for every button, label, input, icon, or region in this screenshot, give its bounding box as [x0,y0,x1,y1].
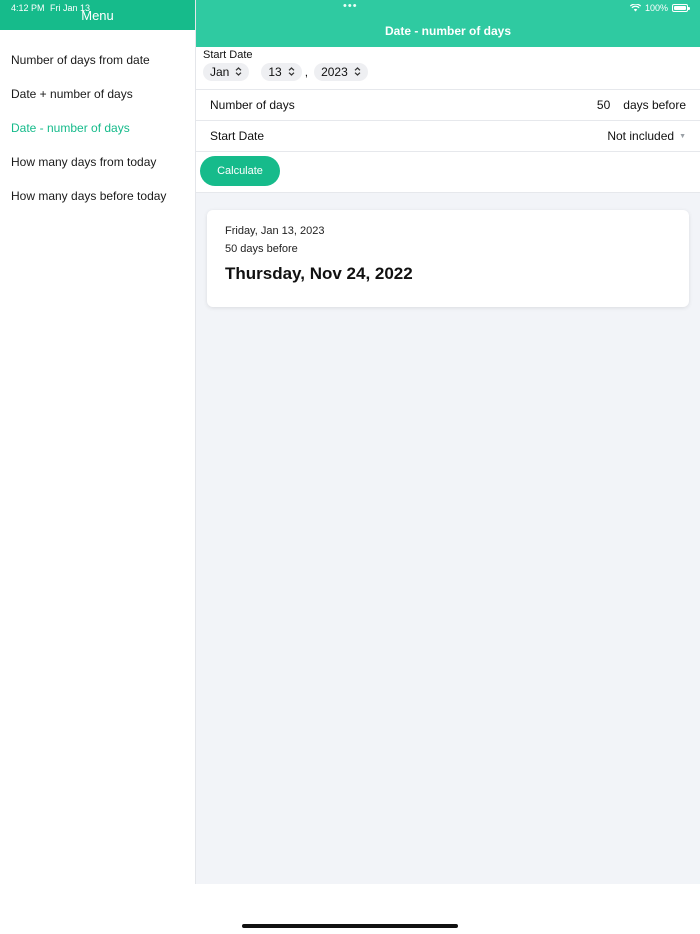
button-row: Calculate [196,152,700,193]
start-date-option-select[interactable]: Not included ▼ [607,129,686,143]
battery-percent: 100% [644,3,668,13]
start-date-option-value: Not included [607,129,675,143]
result-answer: Thursday, Nov 24, 2022 [225,264,413,283]
start-date-option-label: Start Date [210,129,265,143]
day-value: 13 [268,65,282,79]
month-picker[interactable]: Jan [203,63,250,81]
home-indicator[interactable] [242,924,458,928]
number-of-days-input[interactable]: 50 [580,98,610,112]
sidebar: Menu Number of days from date Date + num… [0,0,196,884]
start-date-row: Start Date Jan 13 , 2023 [196,47,700,90]
battery-icon [672,4,690,12]
start-date-label: Start Date [203,49,253,61]
year-picker[interactable]: 2023 [314,63,368,81]
menu-item-days-before-today[interactable]: How many days before today [0,180,195,214]
status-date: Fri Jan 13 [50,3,91,13]
form-card: Start Date Jan 13 , 2023 Number of days … [196,47,700,193]
status-indicators: 100% [629,3,690,13]
chevron-up-down-icon [288,66,295,78]
caret-down-icon: ▼ [679,132,686,140]
menu-item-number-of-days-from-date[interactable]: Number of days from date [0,44,195,78]
number-of-days-row: Number of days 50 days before [196,90,700,121]
wifi-icon [629,4,641,12]
day-picker[interactable]: 13 [261,63,302,81]
number-of-days-controls: 50 days before [580,98,686,112]
page-title: Date - number of days [384,24,512,38]
year-value: 2023 [321,65,348,79]
direction-label[interactable]: days before [623,98,686,112]
multitasking-dots-icon[interactable]: ••• [343,0,358,12]
menu-item-days-from-today[interactable]: How many days from today [0,146,195,180]
status-time: 4:12 PM [11,3,45,13]
month-value: Jan [210,65,230,79]
menu-item-date-plus-days[interactable]: Date + number of days [0,78,195,112]
date-pickers: Jan 13 , 2023 [203,63,693,81]
main-panel: Date - number of days Start Date Jan 13 [196,0,700,884]
start-date-option-row: Start Date Not included ▼ [196,121,700,152]
menu-list: Number of days from date Date + number o… [0,30,195,214]
status-bar: 4:12 PM Fri Jan 13 ••• 100% [0,0,700,16]
calculate-button[interactable]: Calculate [200,156,280,186]
result-card: Friday, Jan 13, 2023 50 days before Thur… [207,210,689,307]
chevron-up-down-icon [235,66,242,78]
chevron-up-down-icon [354,66,361,78]
result-from-date: Friday, Jan 13, 2023 [225,225,325,237]
result-offset: 50 days before [225,243,298,255]
number-of-days-label: Number of days [210,98,295,112]
date-separator: , [304,65,309,79]
menu-item-date-minus-days[interactable]: Date - number of days [0,112,195,146]
